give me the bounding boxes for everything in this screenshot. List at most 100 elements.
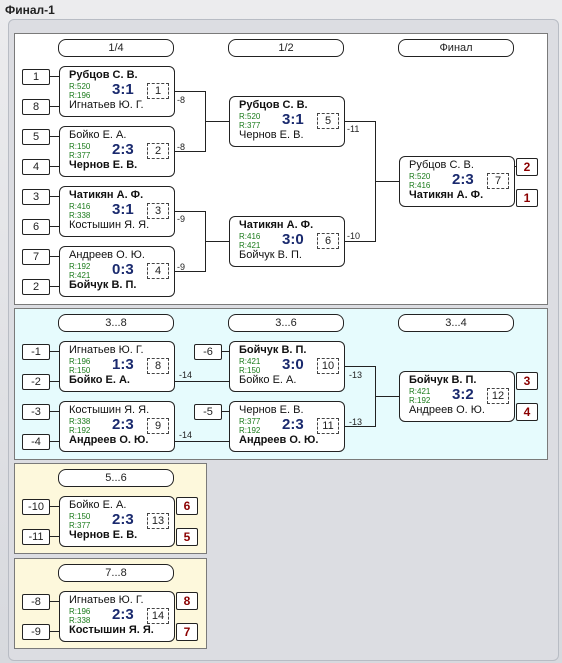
bracket-line — [205, 121, 229, 122]
match-score: 0:3 — [112, 261, 134, 278]
match-card[interactable]: Рубцов С. В. R:520 R:196 3:1 1 Игнатьев … — [59, 66, 175, 117]
match-card[interactable]: Чернов Е. В. R:377 R:192 2:3 11 Андреев … — [229, 401, 345, 452]
seed-box: -11 — [22, 529, 50, 545]
match-card[interactable]: Рубцов С. В. R:520 R:416 2:3 7 Чатикян А… — [399, 156, 515, 207]
seed-box: -2 — [22, 374, 50, 390]
player-name-top: Бойко Е. А. — [69, 499, 127, 511]
seed-box: 4 — [22, 159, 50, 175]
place-badge: 6 — [176, 497, 198, 515]
match-card[interactable]: Бойчук В. П. R:421 R:192 3:2 12 Андреев … — [399, 371, 515, 422]
seed-box: 2 — [22, 279, 50, 295]
loser-destination: -11 — [347, 124, 360, 134]
rating-top: R:520 — [239, 112, 261, 121]
match-card[interactable]: Игнатьев Ю. Г. R:196 R:338 2:3 14 Костыш… — [59, 591, 175, 642]
bracket-line — [344, 366, 375, 367]
rating-top: R:150 — [69, 512, 91, 521]
player-name-top: Костышин Я. Я. — [69, 404, 150, 416]
rating-top: R:196 — [69, 357, 91, 366]
seed-connector — [49, 196, 59, 197]
seed-box: -3 — [22, 404, 50, 420]
player-name-top: Игнатьев Ю. Г. — [69, 594, 144, 606]
seed-connector — [49, 286, 59, 287]
place-badge: 1 — [516, 189, 538, 207]
match-number: 6 — [317, 233, 339, 249]
place-badge: 4 — [516, 403, 538, 421]
seed-connector — [49, 76, 59, 77]
loser-destination: -14 — [179, 370, 193, 380]
player-name-bottom: Костышин Я. Я. — [69, 219, 150, 231]
fifth-place-section: 5...6 -10 -11 Бойко Е. А. R:150 R:377 2:… — [14, 463, 207, 554]
rating-top: R:377 — [239, 417, 261, 426]
rating-top: R:338 — [69, 417, 91, 426]
main-bracket-section: 1/4 1/2 Финал 1 8 5 4 3 6 7 2 Рубцов С. … — [14, 33, 548, 305]
bracket-line — [344, 241, 375, 242]
player-name-top: Рубцов С. В. — [239, 99, 308, 111]
seed-connector — [49, 506, 59, 507]
round-header-3-4: 3...4 — [398, 314, 514, 332]
bracket-line — [174, 151, 205, 152]
player-name-top: Рубцов С. В. — [409, 159, 474, 171]
window-title: Финал-1 — [5, 3, 55, 17]
player-name-bottom: Чернов Е. В. — [69, 159, 138, 171]
round-header-7-8: 7...8 — [58, 564, 174, 582]
match-card[interactable]: Игнатьев Ю. Г. R:196 R:150 1:3 8 Бойко Е… — [59, 341, 175, 392]
player-name-top: Андреев О. Ю. — [69, 249, 145, 261]
match-score: 2:3 — [112, 606, 134, 623]
rating-top: R:416 — [239, 232, 261, 241]
match-number: 9 — [147, 418, 169, 434]
match-score: 2:3 — [112, 511, 134, 528]
seed-box: -4 — [22, 434, 50, 450]
match-card[interactable]: Бойчук В. П. R:421 R:150 3:0 10 Бойко Е.… — [229, 341, 345, 392]
seed-connector — [49, 411, 59, 412]
seed-box: 3 — [22, 189, 50, 205]
seed-box: 5 — [22, 129, 50, 145]
seed-box: -10 — [22, 499, 50, 515]
player-name-bottom: Чатикян А. Ф. — [409, 189, 484, 201]
seed-box: 6 — [22, 219, 50, 235]
seed-box: -6 — [194, 344, 222, 360]
rating-top: R:520 — [69, 82, 91, 91]
player-name-bottom: Андреев О. Ю. — [69, 434, 149, 446]
bracket-line — [174, 381, 229, 382]
bracket-line — [344, 426, 375, 427]
match-card[interactable]: Андреев О. Ю. R:192 R:421 0:3 4 Бойчук В… — [59, 246, 175, 297]
player-name-bottom: Андреев О. Ю. — [239, 434, 319, 446]
match-number: 8 — [147, 358, 169, 374]
seed-box: -1 — [22, 344, 50, 360]
seed-connector — [49, 631, 59, 632]
match-number: 12 — [487, 388, 509, 404]
player-name-bottom: Костышин Я. Я. — [69, 624, 154, 636]
seed-connector — [49, 136, 59, 137]
third-place-section: 3...8 3...6 3...4 -1 -2 -3 -4 -6 -5 Игна… — [14, 308, 548, 460]
match-card[interactable]: Рубцов С. В. R:520 R:377 3:1 5 Чернов Е.… — [229, 96, 345, 147]
player-name-top: Игнатьев Ю. Г. — [69, 344, 144, 356]
seed-connector — [49, 106, 59, 107]
seed-connector — [221, 351, 229, 352]
match-score: 2:3 — [282, 416, 304, 433]
match-number: 3 — [147, 203, 169, 219]
match-card[interactable]: Костышин Я. Я. R:338 R:192 2:3 9 Андреев… — [59, 401, 175, 452]
loser-destination: -10 — [347, 231, 361, 241]
seed-connector — [49, 381, 59, 382]
match-score: 3:1 — [112, 81, 134, 98]
player-name-top: Чатикян А. Ф. — [239, 219, 314, 231]
bracket-line — [344, 121, 375, 122]
match-card[interactable]: Чатикян А. Ф. R:416 R:338 3:1 3 Костышин… — [59, 186, 175, 237]
rating-top: R:421 — [409, 387, 431, 396]
seed-connector — [49, 351, 59, 352]
seed-box: 8 — [22, 99, 50, 115]
match-card[interactable]: Бойко Е. А. R:150 R:377 2:3 13 Чернов Е.… — [59, 496, 175, 547]
rating-top: R:150 — [69, 142, 91, 151]
player-name-top: Бойчук В. П. — [409, 374, 477, 386]
match-card[interactable]: Чатикян А. Ф. R:416 R:421 3:0 6 Бойчук В… — [229, 216, 345, 267]
rating-top: R:421 — [239, 357, 261, 366]
seed-connector — [221, 411, 229, 412]
match-score: 3:1 — [282, 111, 304, 128]
match-card[interactable]: Бойко Е. А. R:150 R:377 2:3 2 Чернов Е. … — [59, 126, 175, 177]
seed-box: -8 — [22, 594, 50, 610]
match-number: 2 — [147, 143, 169, 159]
round-header-5-6: 5...6 — [58, 469, 174, 487]
match-score: 2:3 — [112, 416, 134, 433]
player-name-top: Чатикян А. Ф. — [69, 189, 144, 201]
seventh-place-section: 7...8 -8 -9 Игнатьев Ю. Г. R:196 R:338 2… — [14, 558, 207, 649]
